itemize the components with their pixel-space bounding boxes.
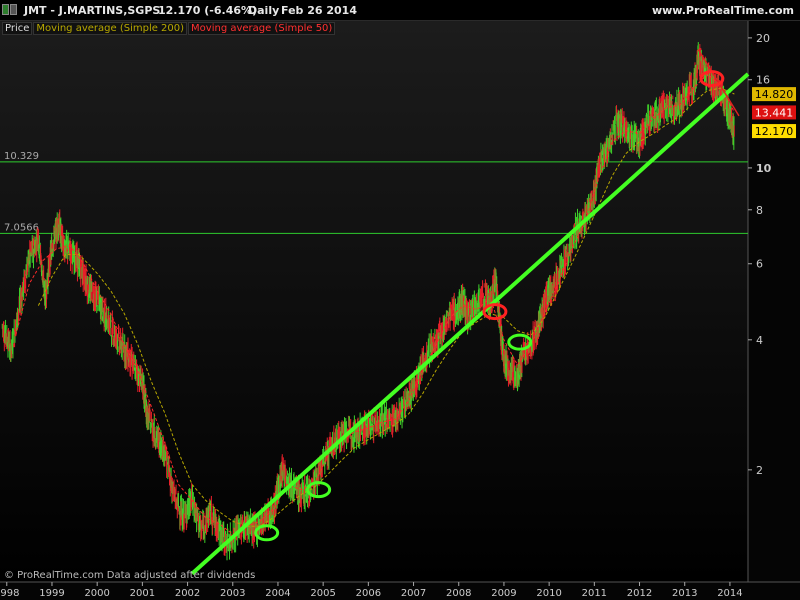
copyright-note: © ProRealTime.com Data adjusted after di… bbox=[4, 570, 256, 581]
y-tick-label: 20 bbox=[756, 32, 770, 45]
x-tick-label: 2009 bbox=[491, 588, 516, 599]
settings-icon[interactable] bbox=[10, 4, 17, 15]
level-line-label: 7.0566 bbox=[4, 222, 39, 233]
y-tick-label: 8 bbox=[756, 204, 763, 217]
y-tick-label: 6 bbox=[756, 258, 763, 271]
x-tick-label: 2007 bbox=[401, 588, 426, 599]
indicator-legend: Price Moving average (Simple 200) Moving a… bbox=[2, 22, 336, 35]
x-tick-label: 2011 bbox=[582, 588, 607, 599]
legend-price[interactable]: Price bbox=[2, 22, 33, 35]
x-tick-label: 2008 bbox=[446, 588, 471, 599]
x-tick-label: 2000 bbox=[84, 588, 109, 599]
last-price-label: 12.170 (-6.46%) bbox=[158, 4, 258, 17]
x-tick-label: 2012 bbox=[627, 588, 652, 599]
x-tick-label: 2003 bbox=[220, 588, 245, 599]
period-label: Daily bbox=[248, 4, 280, 17]
x-tick-label: 2004 bbox=[265, 588, 290, 599]
date-label: Feb 26 2014 bbox=[281, 4, 357, 17]
x-tick-label: 2010 bbox=[536, 588, 561, 599]
price-chart[interactable]: 2 4 6 8 10 16 20 1998 1999 2000 2001 2002 2003 2004 20… bbox=[0, 0, 800, 600]
x-tick-label: 1999 bbox=[39, 588, 64, 599]
window-icons[interactable] bbox=[2, 4, 20, 15]
y-tick-label: 4 bbox=[756, 334, 763, 347]
x-tick-label: 1998 bbox=[0, 588, 20, 599]
y-tick-label: 10 bbox=[756, 162, 772, 175]
x-tick-label: 2005 bbox=[310, 588, 335, 599]
x-tick-label: 2002 bbox=[175, 588, 200, 599]
ma200-value-badge-text: 14.820 bbox=[755, 88, 794, 101]
site-label[interactable]: www.ProRealTime.com bbox=[652, 4, 794, 17]
x-tick-label: 2001 bbox=[130, 588, 155, 599]
title-bar: JMT - J.MARTINS,SGPS 12.170 (-6.46%) Dai… bbox=[0, 0, 800, 21]
plot-background bbox=[0, 20, 748, 582]
y-axis-panel bbox=[748, 20, 800, 582]
x-tick-label: 2013 bbox=[672, 588, 697, 599]
symbol-label: JMT - J.MARTINS,SGPS bbox=[24, 4, 161, 17]
level-line-label: 10.329 bbox=[4, 151, 39, 162]
x-tick-label: 2014 bbox=[717, 588, 742, 599]
ma50-value-badge-text: 13.441 bbox=[755, 106, 794, 119]
x-tick-label: 2006 bbox=[356, 588, 381, 599]
price-value-badge-text: 12.170 bbox=[755, 125, 794, 138]
chart-window: 2 4 6 8 10 16 20 1998 1999 2000 2001 2002 2003 2004 20… bbox=[0, 0, 800, 600]
y-tick-label: 16 bbox=[756, 74, 770, 87]
y-tick-label: 2 bbox=[756, 464, 763, 477]
legend-ma200[interactable]: Moving average (Simple 200) bbox=[33, 22, 188, 35]
legend-ma50[interactable]: Moving average (Simple 50) bbox=[188, 22, 336, 35]
chart-icon[interactable] bbox=[2, 4, 9, 15]
